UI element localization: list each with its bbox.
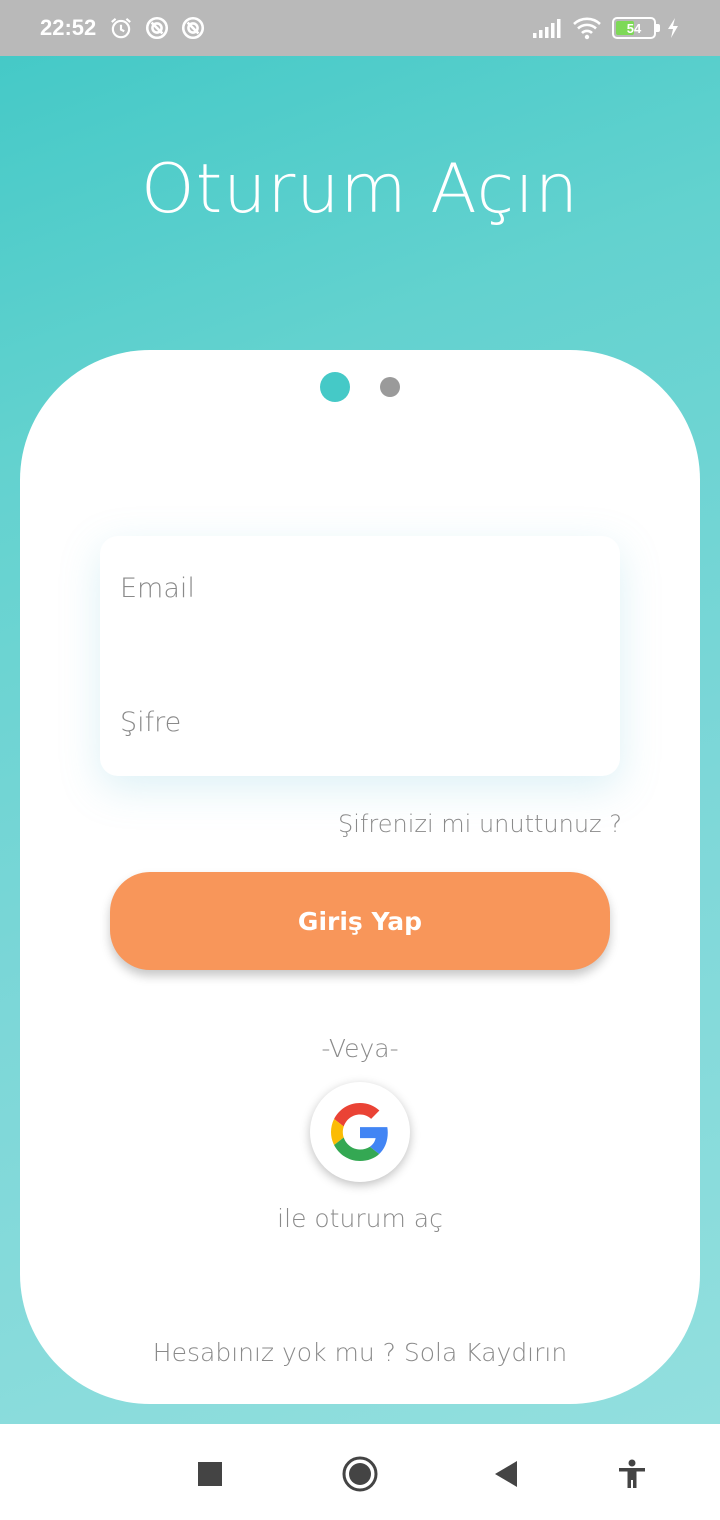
google-signin-button[interactable]: [310, 1082, 410, 1182]
page-dot[interactable]: [380, 377, 400, 397]
google-icon: [331, 1103, 388, 1161]
status-icons-right: 54: [532, 16, 680, 40]
sync-icon: [182, 16, 205, 40]
square-icon: [198, 1462, 222, 1486]
alarm-icon: [111, 17, 132, 39]
accessibility-button[interactable]: [610, 1452, 654, 1496]
signup-hint[interactable]: Hesabınız yok mu ? Sola Kaydırın: [20, 1338, 700, 1367]
wifi-icon: [573, 17, 601, 40]
home-button[interactable]: [338, 1452, 382, 1496]
google-signin-label: ile oturum aç: [277, 1204, 443, 1233]
home-circle-icon: [342, 1456, 378, 1492]
or-divider: -Veya-: [321, 1034, 399, 1063]
credentials-box: [100, 536, 620, 776]
page-title: Oturum Açın: [141, 150, 579, 229]
charging-icon: [668, 18, 678, 38]
battery-icon: 54: [612, 17, 660, 39]
forgot-password-link[interactable]: Şifrenizi mi unuttunuz ?: [338, 810, 622, 838]
battery-level: 54: [626, 20, 642, 36]
accessibility-icon: [619, 1459, 645, 1488]
page-indicator: [20, 372, 700, 402]
login-button[interactable]: Giriş Yap: [110, 872, 610, 970]
recents-button[interactable]: [188, 1452, 232, 1496]
email-field[interactable]: [120, 568, 600, 608]
status-bar: 22:52 54: [0, 0, 720, 56]
page-dot-active[interactable]: [320, 372, 350, 402]
signal-icon: [533, 19, 561, 38]
back-triangle-icon: [495, 1461, 517, 1487]
back-button[interactable]: [484, 1452, 528, 1496]
login-card: Şifrenizi mi unuttunuz ? Giriş Yap -Veya…: [20, 350, 700, 1404]
status-time: 22:52: [40, 15, 97, 40]
password-field[interactable]: [120, 702, 600, 742]
sync-icon: [146, 16, 169, 40]
navigation-bar: [0, 1424, 720, 1520]
status-icons-left: [108, 15, 206, 41]
